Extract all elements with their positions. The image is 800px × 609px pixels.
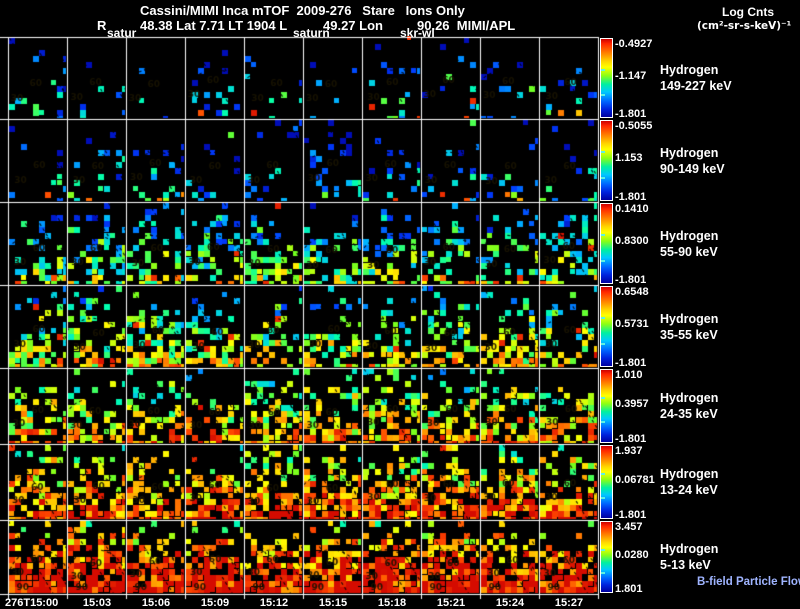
colorbar-max-value: 0.1410	[615, 203, 649, 215]
colorbar-min-value: -1.801	[615, 274, 647, 286]
colorbar-tick	[601, 151, 605, 153]
colorbar-tick	[601, 549, 605, 551]
time-tick-label: 15:06	[141, 597, 171, 609]
colorbar-max-value: 3.457	[615, 521, 643, 533]
colorbar-max-value: -0.5055	[615, 120, 653, 132]
energy-band-label: Hydrogen 90-149 keV	[660, 145, 725, 177]
colorbar-min-value: -1.801	[615, 108, 647, 120]
colorbar-mid-value: 0.3957	[615, 398, 649, 410]
species-label: Hydrogen	[660, 312, 719, 326]
colorbar	[600, 203, 613, 284]
colorbar-tick	[601, 572, 605, 574]
energy-range-label: 35-55 keV	[660, 328, 718, 342]
colorbar-tick	[601, 421, 605, 423]
colorbar	[600, 38, 613, 118]
energy-band-label: Hydrogen 5-13 keV	[660, 541, 718, 573]
species-label: Hydrogen	[660, 391, 719, 405]
colorbar-min-value: -1.801	[615, 433, 647, 445]
energy-range-label: 5-13 keV	[660, 558, 711, 572]
colorbar-tick	[601, 260, 605, 262]
colorbar	[600, 286, 613, 367]
time-tick-label: 15:03	[82, 597, 112, 609]
colorbar-mid-value: 1.153	[615, 152, 643, 164]
colorbar-max-value: -0.4927	[615, 38, 653, 50]
time-tick-label: 15:24	[495, 597, 525, 609]
energy-range-label: 55-90 keV	[660, 245, 718, 259]
colorbar-tick	[601, 94, 605, 96]
species-label: Hydrogen	[660, 146, 719, 160]
time-tick-label: 15:27	[554, 597, 584, 609]
colorbar-mid-value: 0.06781	[615, 474, 655, 486]
energy-range-label: 24-35 keV	[660, 407, 718, 421]
energy-range-label: 149-227 keV	[660, 79, 732, 93]
time-tick-label: 15:21	[436, 597, 466, 609]
colorbar-tick	[601, 343, 605, 345]
energy-band-label: Hydrogen 35-55 keV	[660, 311, 718, 343]
colorbar-max-value: 1.010	[615, 369, 643, 381]
energy-band-label: Hydrogen 13-24 keV	[660, 466, 718, 498]
time-tick-label: 15:18	[377, 597, 407, 609]
species-label: Hydrogen	[660, 542, 719, 556]
colorbar-tick	[601, 317, 605, 319]
colorbar	[600, 445, 613, 519]
energy-band-label: Hydrogen 55-90 keV	[660, 228, 718, 260]
colorbar-mid-value: 0.8300	[615, 235, 649, 247]
energy-range-label: 13-24 keV	[660, 483, 718, 497]
colorbar-max-value: 0.6548	[615, 286, 649, 298]
colorbar-tick	[601, 397, 605, 399]
colorbar	[600, 521, 613, 593]
colorbar-min-value: 1.801	[615, 583, 643, 595]
time-tick-label: 15:15	[318, 597, 348, 609]
colorbar	[600, 369, 613, 443]
colorbar-min-value: -1.801	[615, 191, 647, 203]
colorbar-tick	[601, 234, 605, 236]
colorbar	[600, 120, 613, 201]
colorbar-mid-value: 0.5731	[615, 318, 649, 330]
colorbar-min-value: -1.801	[615, 509, 647, 521]
colorbar-tick	[601, 473, 605, 475]
energy-band-label: Hydrogen 24-35 keV	[660, 390, 718, 422]
species-label: Hydrogen	[660, 63, 719, 77]
colorbar-tick	[601, 497, 605, 499]
colorbar-tick	[601, 177, 605, 179]
time-tick-label: 15:09	[200, 597, 230, 609]
colorbar-mid-value: 0.0280	[615, 549, 649, 561]
colorbar-max-value: 1.937	[615, 445, 643, 457]
time-tick-label: 276T15:00	[5, 597, 59, 609]
colorbar-min-value: -1.801	[615, 357, 647, 369]
energy-range-label: 90-149 keV	[660, 162, 725, 176]
colorbar-tick	[601, 69, 605, 71]
species-label: Hydrogen	[660, 229, 719, 243]
bfield-flow-label: B-field Particle Flow	[697, 576, 800, 588]
inca-spectrogram-display: Cassini/MIMI Inca mTOF 2009-276 Stare Io…	[0, 0, 800, 609]
colorbar-mid-value: -1.147	[615, 70, 647, 82]
time-tick-label: 15:12	[259, 597, 289, 609]
energy-band-label: Hydrogen 149-227 keV	[660, 62, 732, 94]
species-label: Hydrogen	[660, 467, 719, 481]
